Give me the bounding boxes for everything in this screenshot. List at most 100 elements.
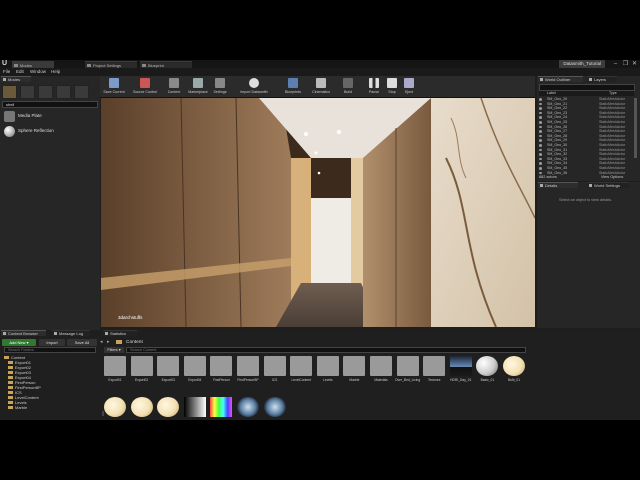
content-folder[interactable]: Export02 [130, 356, 153, 388]
tab-statistics[interactable]: Statistics [103, 330, 137, 336]
folder-icon [423, 356, 446, 376]
tab-modes[interactable]: Modes [1, 76, 31, 82]
search-folders-input[interactable]: Search Folders [4, 347, 96, 353]
outliner-scrollbar[interactable] [634, 98, 637, 158]
material-sphere-icon [476, 356, 499, 376]
doc-tab-blueprint[interactable]: Blueprint [140, 61, 192, 68]
content-folder[interactable]: Export04 [183, 356, 206, 388]
source-control-button[interactable]: Source Control [133, 77, 157, 96]
menu-edit[interactable]: Edit [16, 68, 24, 76]
tree-folder-item[interactable]: Marble [8, 405, 27, 410]
visibility-eye-icon[interactable] [539, 121, 542, 124]
place-search-input[interactable]: shell [2, 101, 98, 108]
visibility-eye-icon[interactable] [539, 171, 542, 175]
foliage-mode-button[interactable] [56, 85, 71, 99]
world-icon [589, 184, 592, 187]
visibility-eye-icon[interactable] [539, 167, 542, 170]
place-mode-button[interactable] [2, 85, 17, 99]
content-folder[interactable]: LevelContent [290, 356, 313, 388]
import-button[interactable]: Import [39, 339, 65, 346]
eject-button[interactable]: Eject [397, 77, 421, 96]
tab-world-settings[interactable]: World Settings [587, 182, 629, 188]
visibility-eye-icon[interactable] [539, 162, 542, 165]
column-type[interactable]: Type [609, 91, 617, 96]
menu-window[interactable]: Window [30, 68, 46, 76]
folder-icon [237, 356, 259, 376]
content-asset[interactable]: Bulb_01 [503, 356, 525, 388]
visibility-eye-icon[interactable] [539, 111, 542, 115]
visibility-eye-icon[interactable] [539, 116, 542, 119]
content-asset[interactable] [130, 397, 153, 420]
search-content-input[interactable]: Search Content [126, 347, 526, 353]
path-breadcrumb[interactable]: Content [126, 339, 143, 346]
column-label[interactable]: Label [547, 91, 556, 96]
content-folder[interactable]: Textures [423, 356, 446, 388]
maximize-button[interactable]: ❐ [621, 60, 630, 68]
paint-mode-button[interactable] [20, 85, 35, 99]
build-button[interactable]: Build [336, 77, 360, 96]
visibility-eye-icon[interactable] [539, 125, 542, 129]
forward-arrow-icon[interactable]: ▸ [107, 339, 111, 346]
doc-tab-project-settings[interactable]: Project Settings [85, 61, 137, 68]
menu-help[interactable]: Help [51, 68, 60, 76]
content-folder[interactable]: Over_Bed_Living [395, 356, 420, 388]
visibility-eye-icon[interactable] [539, 153, 542, 156]
save-current-button[interactable]: Save Current [102, 77, 126, 96]
asset-label: FirstPersonBP [237, 378, 259, 382]
content-asset[interactable] [104, 397, 126, 420]
cinematics-button[interactable]: Cinematics [309, 77, 333, 96]
import-datasmith-button[interactable]: Import Datasmith [240, 77, 268, 96]
content-folder[interactable]: Export03 [157, 356, 180, 388]
tab-world-outliner[interactable]: World Outliner [538, 76, 583, 82]
content-folder[interactable]: ICS [263, 356, 286, 388]
content-asset[interactable] [263, 397, 286, 420]
cubemap-icon [237, 397, 259, 417]
settings-icon [215, 78, 225, 88]
doc-tab-modes[interactable]: Modes [12, 61, 54, 68]
content-asset[interactable] [237, 397, 259, 420]
tab-layers[interactable]: Layers [587, 76, 617, 82]
blueprints-button[interactable]: Blueprints [281, 77, 305, 96]
back-arrow-icon[interactable]: ◂ [100, 339, 104, 346]
content-folder[interactable]: Export01 [104, 356, 126, 388]
content-asset[interactable] [210, 397, 233, 420]
content-asset[interactable] [183, 397, 206, 420]
asset-label: Levels [323, 378, 333, 382]
add-new-button[interactable]: Add New ▾ [2, 339, 36, 346]
content-folder[interactable]: Marble [343, 356, 366, 388]
visibility-eye-icon[interactable] [539, 157, 542, 161]
place-item-label: Media Plate [18, 113, 42, 118]
place-item-media-plate[interactable]: Media Plate [2, 110, 98, 123]
view-options-button[interactable]: View Options [601, 175, 623, 179]
tab-label: World Settings [594, 183, 620, 188]
visibility-eye-icon[interactable] [539, 139, 542, 142]
content-asset[interactable]: HDRI_Day_01 [449, 356, 472, 388]
close-window-button[interactable]: ✕ [630, 60, 639, 68]
settings-button[interactable]: Settings [208, 77, 232, 96]
content-folder[interactable]: Materials [370, 356, 392, 388]
visibility-eye-icon[interactable] [539, 134, 542, 138]
geometry-mode-button[interactable] [74, 85, 89, 99]
content-folder[interactable]: FirstPersonBP [237, 356, 259, 388]
save-all-button[interactable]: Save All [67, 339, 97, 346]
place-item-sphere-reflection[interactable]: Sphere Reflection [2, 125, 98, 138]
visibility-eye-icon[interactable] [539, 144, 542, 147]
outliner-search-input[interactable] [539, 84, 635, 91]
visibility-eye-icon[interactable] [539, 98, 542, 101]
level-viewport[interactable] [101, 98, 535, 327]
content-folder[interactable]: FirstPerson [210, 356, 233, 388]
visibility-eye-icon[interactable] [539, 107, 542, 110]
tab-details[interactable]: Details [538, 182, 578, 188]
content-asset[interactable] [157, 397, 180, 420]
landscape-mode-button[interactable] [38, 85, 53, 99]
tab-message-log[interactable]: Message Log [52, 330, 90, 336]
content-folder[interactable]: Levels [316, 356, 339, 388]
filters-button[interactable]: Filters ▾ [104, 347, 124, 353]
menu-file[interactable]: File [3, 68, 10, 76]
tab-content-browser[interactable]: Content Browser [1, 330, 46, 336]
minimize-button[interactable]: – [611, 60, 620, 68]
visibility-eye-icon[interactable] [539, 102, 542, 106]
visibility-eye-icon[interactable] [539, 148, 542, 152]
visibility-eye-icon[interactable] [539, 130, 542, 133]
content-asset[interactable]: Basic_01 [476, 356, 499, 388]
